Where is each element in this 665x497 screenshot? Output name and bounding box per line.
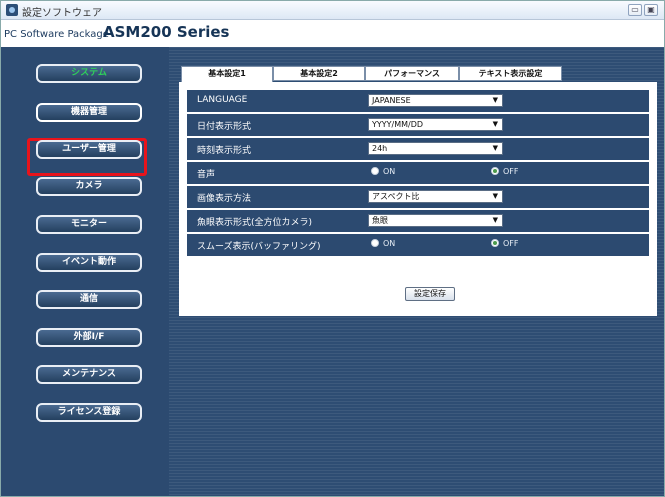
sidebar-item-system[interactable]: システム (36, 64, 142, 83)
sidebar-item-device-management[interactable]: 機器管理 (36, 103, 142, 122)
sidebar: システム 機器管理 ユーザー管理 カメラ モニター イベント動作 通信 外部I/… (1, 47, 169, 496)
image-display-select[interactable]: アスペクト比 ▼ (368, 190, 503, 203)
radio-icon (371, 239, 379, 247)
date-format-select[interactable]: YYYY/MM/DD ▼ (368, 118, 503, 131)
smooth-off-label: OFF (503, 239, 519, 248)
window-title: 設定ソフトウェア (22, 8, 102, 19)
smooth-on-option[interactable]: ON (371, 239, 395, 248)
brand-subtitle: PC Software Package (4, 29, 109, 40)
sound-on-label: ON (383, 167, 396, 176)
main-content: 基本設定1 基本設定2 パフォーマンス テキスト表示設定 LANGUAGE JA… (169, 47, 664, 496)
app-header: PC Software Package ASM200 Series (1, 20, 664, 47)
dropdown-arrow-icon: ▼ (492, 120, 498, 128)
dropdown-arrow-icon: ▼ (492, 192, 498, 200)
sidebar-item-user-management[interactable]: ユーザー管理 (36, 140, 142, 159)
dropdown-arrow-icon: ▼ (492, 216, 498, 224)
time-format-value: 24h (372, 144, 388, 153)
image-display-label: 画像表示方法 (197, 194, 252, 204)
fisheye-display-select[interactable]: 魚眼 ▼ (368, 214, 503, 227)
fisheye-display-value: 魚眼 (372, 216, 388, 225)
setting-row-fisheye-display: 魚眼表示形式(全方位カメラ) 魚眼 ▼ (187, 210, 649, 232)
sidebar-item-communication[interactable]: 通信 (36, 290, 142, 309)
smooth-on-label: ON (383, 239, 396, 248)
sound-on-option[interactable]: ON (371, 167, 395, 176)
setting-row-smooth-display: スムーズ表示(バッファリング) ON OFF (187, 234, 649, 256)
language-select[interactable]: JAPANESE ▼ (368, 94, 503, 107)
minimize-button[interactable]: ▭ (628, 4, 642, 16)
fisheye-display-label: 魚眼表示形式(全方位カメラ) (197, 218, 313, 228)
setting-row-image-display: 画像表示方法 アスペクト比 ▼ (187, 186, 649, 208)
setting-row-sound: 音声 ON OFF (187, 162, 649, 184)
time-format-select[interactable]: 24h ▼ (368, 142, 503, 155)
dropdown-arrow-icon: ▼ (492, 96, 498, 104)
language-value: JAPANESE (372, 96, 411, 105)
tab-basic-settings-2[interactable]: 基本設定2 (273, 66, 365, 81)
sound-label: 音声 (197, 170, 216, 180)
sound-off-label: OFF (503, 167, 519, 176)
brand-title: ASM200 Series (103, 23, 230, 41)
settings-panel: LANGUAGE JAPANESE ▼ 日付表示形式 YYYY/MM/DD ▼ … (179, 82, 657, 316)
dropdown-arrow-icon: ▼ (492, 144, 498, 152)
sidebar-item-license[interactable]: ライセンス登録 (36, 403, 142, 422)
sidebar-item-external-if[interactable]: 外部I/F (36, 328, 142, 347)
image-display-value: アスペクト比 (372, 192, 420, 201)
radio-checked-icon (491, 239, 499, 247)
setting-row-time-format: 時刻表示形式 24h ▼ (187, 138, 649, 160)
tab-performance[interactable]: パフォーマンス (365, 66, 459, 81)
sidebar-item-event-action[interactable]: イベント動作 (36, 253, 142, 272)
smooth-off-option[interactable]: OFF (491, 239, 519, 248)
tab-text-display[interactable]: テキスト表示設定 (459, 66, 562, 81)
app-window: 設定ソフトウェア ▭ ▣ PC Software Package ASM200 … (0, 0, 665, 497)
time-format-label: 時刻表示形式 (197, 146, 252, 156)
sidebar-item-camera[interactable]: カメラ (36, 177, 142, 196)
setting-row-language: LANGUAGE JAPANESE ▼ (187, 90, 649, 112)
app-icon (6, 4, 18, 16)
smooth-display-label: スムーズ表示(バッファリング) (197, 242, 321, 252)
sidebar-item-maintenance[interactable]: メンテナンス (36, 365, 142, 384)
tab-basic-settings-1[interactable]: 基本設定1 (181, 66, 273, 82)
date-format-value: YYYY/MM/DD (372, 120, 424, 129)
title-bar: 設定ソフトウェア ▭ ▣ (1, 1, 664, 20)
date-format-label: 日付表示形式 (197, 122, 252, 132)
language-label: LANGUAGE (197, 95, 248, 105)
save-settings-button[interactable]: 設定保存 (405, 287, 455, 301)
maximize-button[interactable]: ▣ (644, 4, 658, 16)
radio-icon (371, 167, 379, 175)
radio-checked-icon (491, 167, 499, 175)
setting-row-date-format: 日付表示形式 YYYY/MM/DD ▼ (187, 114, 649, 136)
sound-off-option[interactable]: OFF (491, 167, 519, 176)
sidebar-item-monitor[interactable]: モニター (36, 215, 142, 234)
